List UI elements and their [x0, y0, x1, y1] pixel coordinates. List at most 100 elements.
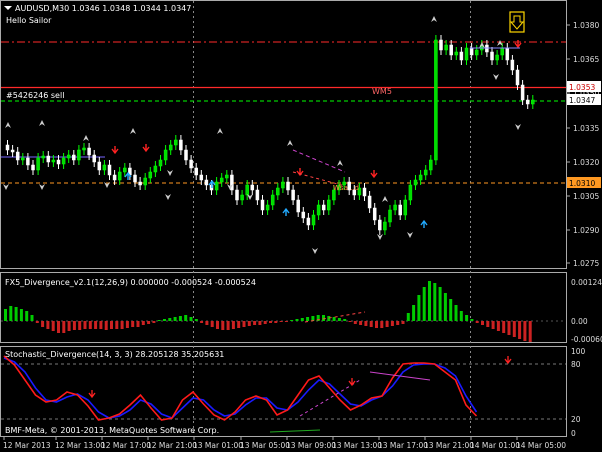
fx5-bar — [475, 321, 479, 323]
fx5-bar — [115, 321, 119, 329]
fx5-bar — [104, 321, 108, 330]
fx5-bar — [337, 318, 341, 321]
candle — [510, 59, 515, 71]
time-tick-label: 13 Mar 01:00 — [193, 441, 243, 450]
candle — [291, 189, 295, 201]
fx5-bar — [348, 321, 352, 322]
time-tick-label: 12 Mar 17:00 — [101, 441, 151, 450]
chart-window[interactable]: AUDUSD,M30 1.0346 1.0348 1.0344 1.0347 H… — [0, 0, 602, 452]
fx5-bar — [141, 321, 145, 325]
fx5-bar — [67, 321, 71, 331]
candle — [383, 221, 387, 231]
candle — [265, 204, 270, 211]
fx5-bar — [51, 321, 55, 331]
candle — [15, 151, 20, 161]
fx5-bar — [263, 321, 267, 324]
candle — [46, 155, 51, 163]
fx5-bar — [369, 321, 373, 327]
fx5-bar — [194, 319, 198, 321]
fx5-bar — [449, 299, 453, 321]
fx5-bar — [284, 321, 288, 322]
fx5-bar — [237, 321, 241, 328]
time-tick-label: 13 Mar 05:00 — [240, 441, 290, 450]
fx5-bar — [30, 315, 34, 321]
fx5-bar — [19, 309, 23, 321]
stochastic-panel[interactable] — [0, 346, 567, 437]
candle — [82, 147, 86, 151]
fx5-bar — [396, 321, 400, 325]
candle — [174, 139, 178, 146]
fx5-bar — [518, 321, 522, 339]
fx5-bar — [258, 321, 262, 325]
candle — [444, 44, 448, 51]
fx5-bar — [502, 321, 506, 333]
copyright-text: BMF-Meta, © 2001-2013, MetaQuotes Softwa… — [5, 426, 219, 435]
candle — [245, 184, 249, 196]
candle — [520, 84, 525, 101]
candle — [429, 159, 433, 171]
fx5-bar — [406, 313, 410, 321]
candle — [367, 195, 372, 209]
fx5-bar — [380, 321, 384, 328]
fx5-bar — [9, 306, 13, 321]
time-tick-label: 13 Mar 21:00 — [424, 441, 474, 450]
candle — [515, 69, 520, 86]
fx5-bar — [247, 321, 251, 326]
candle — [464, 47, 469, 61]
fx5-bar — [523, 321, 527, 341]
price-tick-label: 1.0305 — [573, 192, 599, 201]
fx5-bar — [417, 295, 421, 321]
candle — [439, 39, 443, 51]
fx5-bar — [242, 321, 246, 327]
candle — [77, 149, 81, 161]
fx5-bar — [428, 281, 431, 321]
candle — [459, 51, 464, 61]
fx5-bar — [131, 321, 135, 327]
fx5-tick-zero: 0.00 — [571, 317, 588, 326]
fx5-bar — [491, 321, 495, 329]
time-tick-label: 14 Mar 01:00 — [470, 441, 520, 450]
candle — [311, 214, 316, 226]
time-tick-label: 12 Mar 21:00 — [147, 441, 197, 450]
price-flag-label: 1.0347 — [569, 96, 595, 105]
candle — [179, 139, 183, 151]
fx5-bar — [332, 317, 336, 321]
candle — [143, 177, 147, 186]
indicator-title: Hello Sailor — [6, 16, 52, 25]
time-tick-label: 13 Mar 09:00 — [286, 441, 336, 450]
fx5-bar — [125, 321, 129, 328]
candle — [372, 207, 377, 221]
time-tick-label: 14 Mar 05:00 — [516, 441, 566, 450]
stoch-tick-0: 0 — [571, 429, 576, 438]
fx5-bar — [157, 320, 161, 321]
candle — [469, 47, 474, 56]
candle — [158, 159, 163, 167]
fx5-bar — [512, 321, 516, 337]
candle — [204, 179, 209, 186]
fx5-bar — [507, 321, 511, 335]
candle — [531, 99, 535, 105]
fx5-bar — [35, 321, 39, 323]
stoch-label: Stochastic_Divergence(14, 3, 3) 28.20512… — [5, 350, 224, 359]
fx5-bar — [343, 319, 347, 321]
candle — [255, 189, 260, 201]
candle — [276, 187, 280, 196]
time-tick-label: 12 Mar 2013 — [3, 441, 51, 450]
candle — [107, 164, 112, 176]
candle — [225, 174, 229, 179]
fx5-bar — [120, 321, 124, 329]
fx5-bar — [221, 321, 225, 330]
fx5-bar — [459, 311, 463, 321]
candle — [56, 159, 61, 165]
candle — [316, 204, 321, 216]
candle — [296, 199, 300, 213]
price-tick-label: 1.0365 — [573, 55, 599, 64]
fx5-bar — [205, 321, 209, 325]
fx5-bar — [99, 321, 103, 329]
candle — [21, 157, 25, 161]
fx5-bar — [226, 321, 230, 330]
candle — [418, 174, 423, 181]
fx5-bar — [486, 321, 490, 327]
fx5-bar — [57, 321, 60, 333]
candle — [388, 209, 392, 223]
